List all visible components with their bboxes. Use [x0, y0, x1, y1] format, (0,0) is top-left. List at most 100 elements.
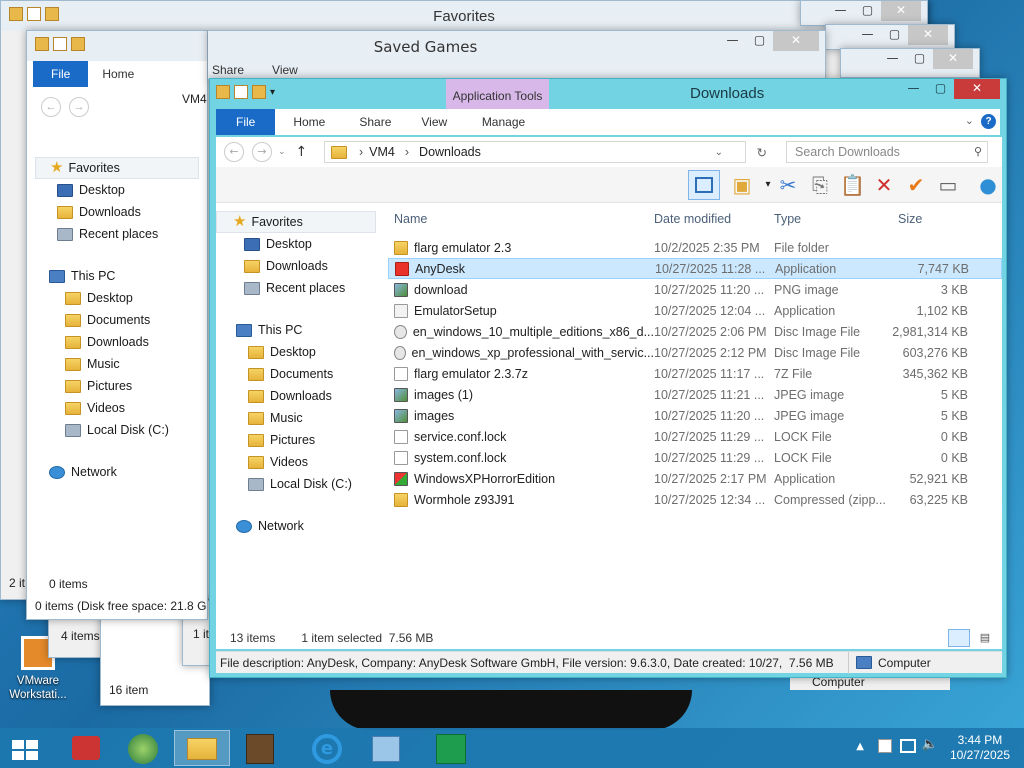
nav-pc-documents[interactable]: Documents	[216, 363, 384, 385]
customize-toolbar-icon[interactable]: ▾	[270, 87, 275, 98]
nav-pc-local-disk[interactable]: Local Disk (C:)	[27, 419, 207, 441]
window-saved-games[interactable]: File Home ← → ★ Favorites Desktop Download…	[26, 30, 208, 620]
table-row[interactable]: Wormhole z93J91 10/27/2025 12:34 ... Compr…	[388, 489, 1002, 510]
nav-downloads[interactable]: Downloads	[27, 201, 207, 223]
table-row[interactable]: EmulatorSetup 10/27/2025 12:04 ... Applica…	[388, 300, 1002, 321]
table-row[interactable]: images 10/27/2025 11:20 ... JPEG image 5 KB	[388, 405, 1002, 426]
minimize-button[interactable]: —	[900, 79, 927, 99]
taskbar-app-browser[interactable]	[116, 730, 172, 766]
table-row[interactable]: images (1) 10/27/2025 11:21 ... JPEG image…	[388, 384, 1002, 405]
back-button[interactable]: ←	[41, 97, 61, 117]
help-icon[interactable]: ?	[981, 114, 996, 129]
forward-button[interactable]: →	[252, 142, 272, 162]
search-input[interactable]: Search Downloads	[786, 141, 988, 163]
nav-pc-desktop[interactable]: Desktop	[216, 341, 384, 363]
table-row[interactable]: WindowsXPHorrorEdition 10/27/2025 2:17 PM…	[388, 468, 1002, 489]
close-button[interactable]: ✕	[773, 31, 819, 51]
nav-pc-documents[interactable]: Documents	[27, 309, 207, 331]
copy-icon[interactable]: ⎘	[808, 173, 832, 197]
nav-favorites[interactable]: ★ Favorites	[35, 157, 199, 179]
nav-recent[interactable]: Recent places	[27, 223, 207, 245]
tab-file[interactable]: File	[216, 109, 276, 135]
table-row[interactable]: AnyDesk 10/27/2025 11:28 ... Application 7,…	[388, 258, 1002, 279]
window-downloads[interactable]: ▾ Application Tools Downloads — ▢ ✕ File H…	[209, 78, 1007, 678]
paste-icon[interactable]: 📋	[840, 173, 865, 197]
table-row[interactable]: service.conf.lock 10/27/2025 11:29 ... LOC…	[388, 426, 1002, 447]
nav-network[interactable]: Network	[216, 515, 384, 537]
network-status-icon[interactable]	[900, 739, 916, 753]
address-bar[interactable]: › VM4 › Downloads ⌄ ↻	[324, 141, 767, 163]
recent-locations-icon[interactable]: ⌄	[278, 147, 286, 157]
breadcrumb-downloads[interactable]: Downloads	[419, 145, 481, 159]
preview-pane-icon[interactable]	[688, 170, 720, 200]
tab-manage[interactable]: Manage	[452, 115, 555, 129]
up-arrow-icon[interactable]: ↑	[296, 144, 308, 160]
taskbar-app-file-explorer[interactable]	[174, 730, 230, 766]
nav-pc-desktop[interactable]: Desktop	[27, 287, 207, 309]
taskbar-app-control-panel[interactable]	[358, 730, 414, 766]
table-row[interactable]: en_windows_xp_professional_with_servic..…	[388, 342, 1002, 363]
cut-icon[interactable]: ✂	[776, 173, 800, 197]
taskbar-app-store[interactable]	[424, 730, 480, 766]
nav-pc-music[interactable]: Music	[27, 353, 207, 375]
nav-recent-places[interactable]: Recent places	[216, 277, 384, 299]
tab-file[interactable]: File	[33, 61, 89, 87]
taskbar-app-winrar[interactable]	[58, 730, 114, 766]
maximize-button[interactable]: ▢	[927, 79, 954, 99]
action-center-icon[interactable]	[878, 739, 892, 753]
taskbar-app-game[interactable]	[232, 730, 288, 766]
forward-button[interactable]: →	[69, 97, 89, 117]
back-button[interactable]: ←	[224, 142, 244, 162]
nav-desktop[interactable]: Desktop	[216, 233, 384, 255]
nav-pc-videos[interactable]: Videos	[27, 397, 207, 419]
breadcrumb-vm4[interactable]: VM4	[369, 145, 395, 159]
column-header-date[interactable]: Date modified	[654, 212, 774, 226]
properties-icon[interactable]: ▭	[936, 173, 960, 197]
globe-icon[interactable]: ●	[976, 173, 1000, 197]
address-dropdown-icon[interactable]: ⌄	[715, 147, 723, 158]
refresh-icon[interactable]: ↻	[757, 145, 767, 160]
nav-pc-pictures[interactable]: Pictures	[216, 429, 384, 451]
search-icon[interactable]: ⚲	[974, 145, 982, 158]
nav-pc-downloads[interactable]: Downloads	[216, 385, 384, 407]
maximize-button[interactable]: ▢	[746, 31, 773, 51]
minimize-button[interactable]: —	[719, 31, 746, 51]
details-view-icon[interactable]	[948, 629, 970, 647]
nav-favorites[interactable]: ★ Favorites	[216, 211, 376, 233]
table-row[interactable]: download 10/27/2025 11:20 ... PNG image 3 K…	[388, 279, 1002, 300]
table-row[interactable]: flarg emulator 2.3 10/2/2025 2:35 PM File …	[388, 237, 1002, 258]
new-folder-icon[interactable]	[252, 85, 266, 99]
column-header-type[interactable]: Type	[774, 212, 892, 226]
table-row[interactable]: flarg emulator 2.3.7z 10/27/2025 11:17 ..…	[388, 363, 1002, 384]
column-header-size[interactable]: Size	[892, 212, 968, 226]
large-icons-view-icon[interactable]: ▤	[976, 629, 994, 647]
nav-pc-local-disk[interactable]: Local Disk (C:)	[216, 473, 384, 495]
taskbar-app-internet-explorer[interactable]: e	[300, 730, 356, 766]
chevron-down-icon[interactable]: ⌄	[965, 114, 974, 127]
nav-pc-pictures[interactable]: Pictures	[27, 375, 207, 397]
show-hidden-icons-icon[interactable]: ▲	[856, 741, 864, 752]
delete-icon[interactable]: ✕	[872, 173, 896, 197]
tab-share[interactable]: Share	[343, 115, 407, 129]
table-row[interactable]: en_windows_10_multiple_editions_x86_d...…	[388, 321, 1002, 342]
tab-view[interactable]: View	[272, 63, 298, 77]
nav-this-pc[interactable]: This PC	[216, 319, 384, 341]
tab-share[interactable]: Share	[212, 63, 244, 77]
checkmark-icon[interactable]: ✔	[904, 173, 928, 197]
tab-home[interactable]: Home	[275, 115, 343, 129]
properties-icon[interactable]	[234, 85, 248, 99]
start-button[interactable]	[0, 730, 50, 766]
tab-home[interactable]: Home	[88, 67, 148, 81]
nav-pc-music[interactable]: Music	[216, 407, 384, 429]
select-all-icon[interactable]: ▣	[730, 173, 754, 197]
nav-pc-downloads[interactable]: Downloads	[27, 331, 207, 353]
close-button[interactable]: ✕	[954, 79, 1000, 99]
clock[interactable]: 3:44 PM 10/27/2025	[950, 733, 1010, 763]
nav-downloads[interactable]: Downloads	[216, 255, 384, 277]
nav-desktop[interactable]: Desktop	[27, 179, 207, 201]
nav-pc-videos[interactable]: Videos	[216, 451, 384, 473]
nav-this-pc[interactable]: This PC	[27, 265, 207, 287]
column-header-name[interactable]: Name	[388, 212, 654, 226]
table-row[interactable]: system.conf.lock 10/27/2025 11:29 ... LOCK…	[388, 447, 1002, 468]
volume-icon[interactable]: 🔈	[922, 737, 938, 752]
